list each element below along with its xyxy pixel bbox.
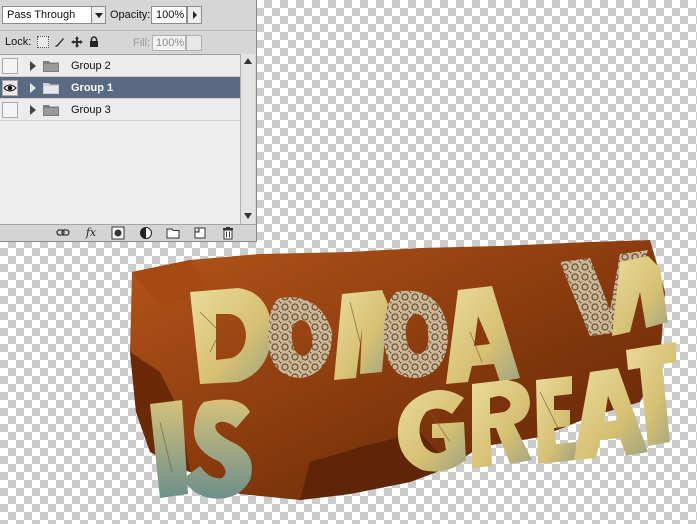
blend-mode-select[interactable]: Pass Through (2, 6, 106, 24)
layer-row-group-1[interactable]: Group 1 (0, 77, 240, 99)
folder-icon (43, 83, 59, 94)
expand-arrow-icon[interactable] (30, 83, 36, 93)
layers-panel: Pass Through Opacity: 100% Lock: Fill: 1… (0, 0, 257, 242)
fill-value: 100% (156, 37, 185, 49)
lock-position-move-icon[interactable] (71, 36, 83, 48)
visibility-toggle[interactable] (2, 102, 18, 118)
opacity-label: Opacity: (110, 9, 151, 21)
blend-mode-value: Pass Through (7, 9, 76, 21)
scroll-down-icon[interactable] (244, 213, 252, 219)
expand-arrow-icon[interactable] (30, 61, 36, 71)
layer-name: Group 2 (71, 60, 111, 72)
opacity-value: 100% (156, 9, 185, 21)
layer-name: Group 3 (71, 104, 111, 116)
folder-icon (43, 61, 59, 72)
lock-transparent-icon[interactable] (37, 36, 49, 48)
layer-row-group-2[interactable]: Group 2 (0, 55, 240, 77)
lock-label: Lock: (5, 36, 32, 48)
visibility-toggle[interactable] (2, 80, 18, 96)
opacity-input[interactable]: 100% (151, 6, 187, 24)
layers-scrollbar[interactable] (240, 54, 255, 224)
fx-icon[interactable]: fx (84, 226, 98, 240)
opacity-slider-button[interactable] (187, 6, 202, 24)
eye-icon (3, 84, 17, 92)
visibility-toggle[interactable] (2, 58, 18, 74)
fill-label: Fill: (133, 37, 151, 49)
layer-name: Group 1 (71, 82, 114, 94)
lock-image-brush-icon[interactable] (54, 36, 66, 48)
lock-row: Lock: Fill: 100% (0, 30, 256, 54)
layers-list: Group 2 Group 1 Group 3 (0, 54, 240, 225)
folder-icon (43, 105, 59, 116)
layer-row-group-3[interactable]: Group 3 (0, 99, 240, 121)
3d-text-artwork (130, 240, 676, 500)
scroll-up-icon[interactable] (244, 58, 252, 64)
link-icon[interactable] (56, 226, 70, 240)
lock-all-icon[interactable] (88, 36, 100, 48)
fill-slider-button[interactable] (186, 35, 202, 51)
expand-arrow-icon[interactable] (30, 105, 36, 115)
chevron-down-icon[interactable] (91, 7, 105, 23)
fill-input[interactable]: 100% (152, 35, 186, 51)
blend-row: Pass Through Opacity: 100% (0, 0, 256, 30)
